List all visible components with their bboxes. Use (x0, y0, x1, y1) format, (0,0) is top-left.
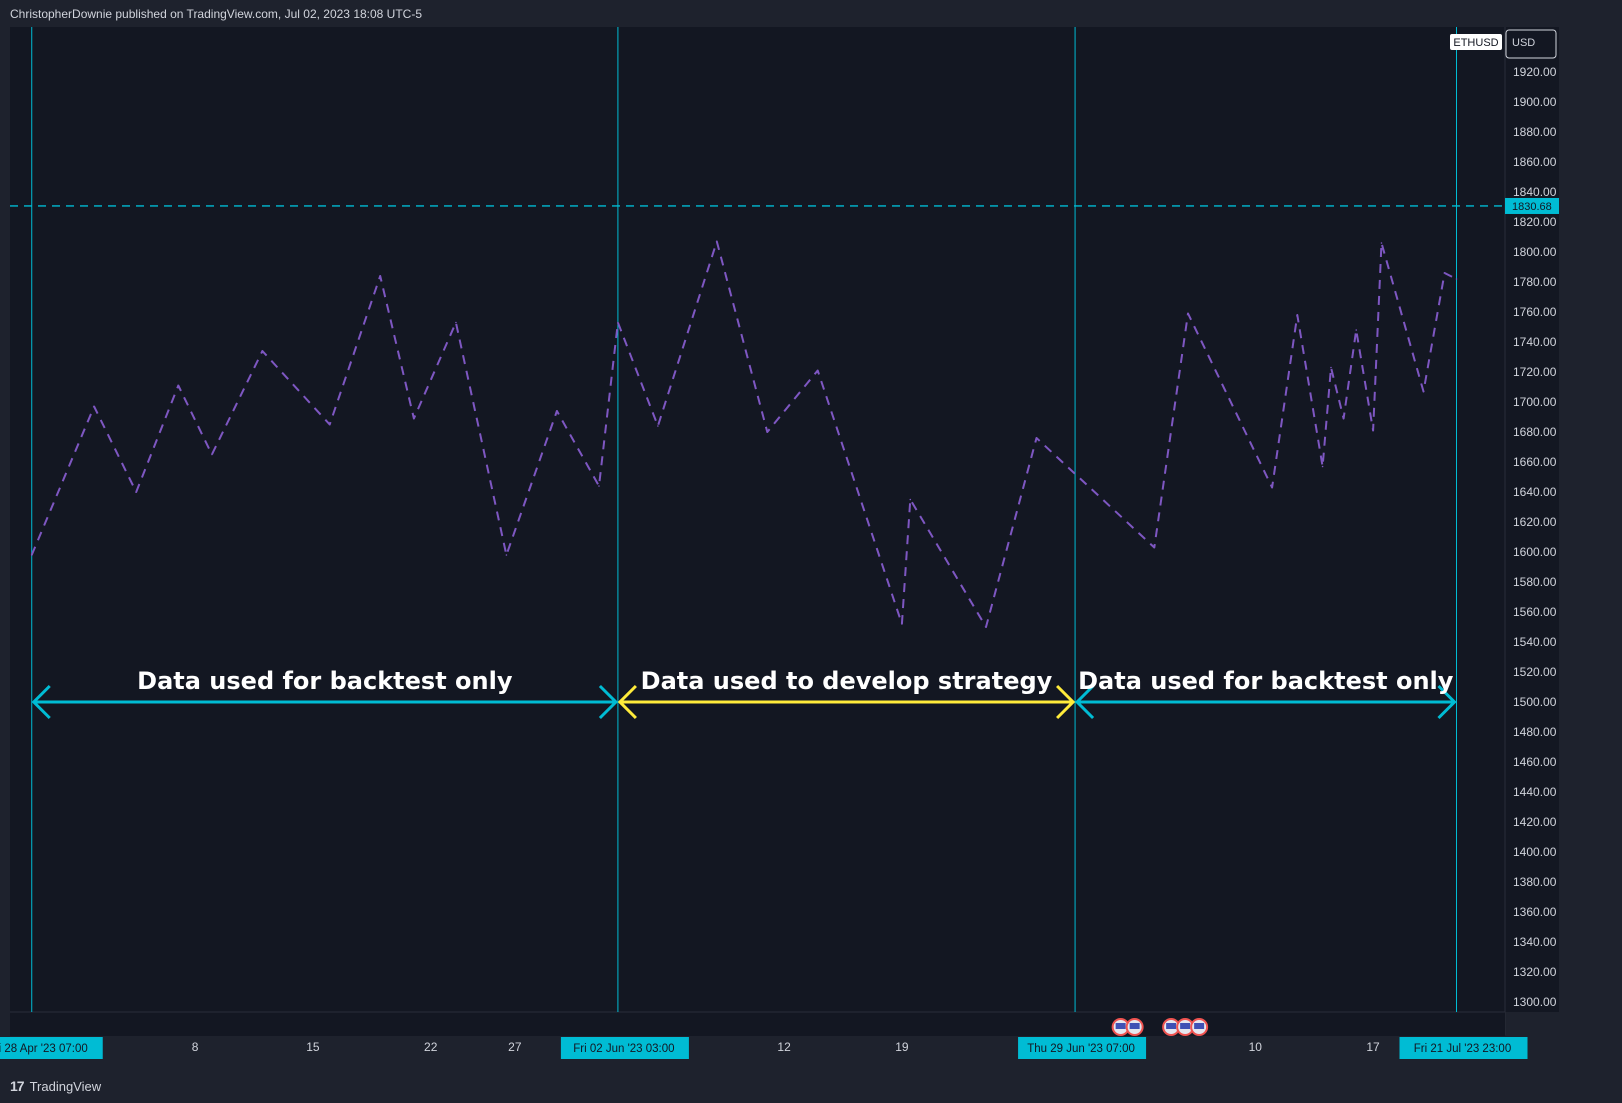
series-point (211, 453, 213, 456)
y-tick-label: 1860.00 (1513, 155, 1557, 169)
tradingview-brand: TradingView (29, 1078, 102, 1094)
series-point (93, 405, 95, 408)
series-point (1355, 329, 1358, 331)
currency-label: USD (1512, 37, 1535, 49)
x-tick-label: 19 (895, 1040, 909, 1054)
ticker-label: ETHUSD (1453, 37, 1498, 49)
y-tick-label: 1420.00 (1513, 815, 1557, 829)
y-tick-label: 1620.00 (1513, 515, 1557, 529)
series-point (1330, 366, 1332, 369)
y-tick-label: 1720.00 (1513, 365, 1557, 379)
current-price-label: 1830.68 (1512, 201, 1552, 213)
y-tick-label: 1680.00 (1513, 425, 1557, 439)
series-point (1153, 546, 1156, 549)
y-tick-label: 1440.00 (1513, 785, 1557, 799)
date-badge-label: Fri 21 Jul '23 23:00 (1414, 1043, 1511, 1055)
series-point (1296, 314, 1299, 316)
y-tick-label: 1480.00 (1513, 725, 1557, 739)
x-tick-label: 27 (508, 1040, 522, 1054)
tradingview-logo[interactable]: 17 TradingView (10, 1078, 101, 1094)
y-tick-label: 1700.00 (1513, 395, 1557, 409)
flag-stripe (1194, 1023, 1205, 1029)
y-tick-label: 1320.00 (1513, 965, 1557, 979)
y-tick-label: 1460.00 (1513, 755, 1557, 769)
series-point (505, 554, 508, 556)
x-tick-label: 12 (777, 1040, 791, 1054)
series-point (598, 485, 600, 487)
x-tick-label: 17 (1366, 1040, 1380, 1054)
y-tick-label: 1920.00 (1513, 65, 1557, 79)
series-point (1342, 417, 1345, 420)
series-point (901, 623, 903, 625)
series-point (455, 321, 457, 324)
x-tick-label: 10 (1249, 1040, 1263, 1054)
series-point (135, 491, 138, 493)
footer-bar: 17 TradingView (0, 1069, 1622, 1103)
y-tick-label: 1840.00 (1513, 185, 1557, 199)
y-tick-label: 1900.00 (1513, 95, 1557, 109)
y-tick-label: 1740.00 (1513, 335, 1557, 349)
y-tick-label: 1400.00 (1513, 845, 1557, 859)
x-tick-label: 22 (424, 1040, 438, 1054)
flag-stripe (1115, 1023, 1126, 1029)
time-axis-background (10, 1012, 1505, 1036)
date-badge-label: Thu 29 Jun '23 07:00 (1027, 1043, 1135, 1055)
series-point (1035, 437, 1038, 439)
y-tick-label: 1300.00 (1513, 995, 1557, 1009)
series-point (816, 369, 819, 372)
series-point (328, 423, 331, 426)
y-tick-label: 1880.00 (1513, 125, 1557, 139)
x-tick-label: 8 (192, 1040, 199, 1054)
range-label: Data used for backtest only (1078, 667, 1454, 695)
series-point (715, 240, 718, 243)
y-tick-label: 1500.00 (1513, 695, 1557, 709)
series-point (1271, 486, 1273, 489)
series-point (177, 384, 180, 387)
date-badge-label: Fri 02 Jun '23 03:00 (573, 1043, 674, 1055)
range-label: Data used for backtest only (137, 667, 513, 695)
series-point (261, 350, 264, 352)
tradingview-logo-icon: 17 (10, 1078, 25, 1094)
series-point (1455, 278, 1458, 280)
y-tick-label: 1640.00 (1513, 485, 1557, 499)
x-tick-label: 15 (306, 1040, 320, 1054)
series-point (379, 275, 382, 277)
y-tick-label: 1760.00 (1513, 305, 1557, 319)
plot-background (10, 27, 1505, 1012)
series-point (985, 626, 987, 628)
y-tick-label: 1820.00 (1513, 215, 1557, 229)
flag-stripe (1180, 1023, 1191, 1029)
y-tick-label: 1360.00 (1513, 905, 1557, 919)
flag-stripe (1166, 1023, 1177, 1029)
y-tick-label: 1380.00 (1513, 875, 1557, 889)
y-tick-label: 1560.00 (1513, 605, 1557, 619)
y-tick-label: 1600.00 (1513, 545, 1557, 559)
series-point (1372, 429, 1374, 432)
y-tick-label: 1800.00 (1513, 245, 1557, 259)
series-point (1321, 465, 1324, 468)
price-chart[interactable]: 1300.00 1320.00 1340.00 1360.00 1380.00 1400.… (0, 0, 1622, 1103)
series-point (556, 410, 558, 412)
y-tick-label: 1520.00 (1513, 665, 1557, 679)
series-point (766, 431, 769, 433)
series-point (1187, 312, 1189, 315)
series-point (1380, 242, 1383, 244)
series-point (657, 425, 659, 427)
y-tick-label: 1660.00 (1513, 455, 1557, 469)
series-point (1422, 390, 1425, 393)
y-tick-label: 1580.00 (1513, 575, 1557, 589)
series-point (617, 321, 619, 324)
y-tick-label: 1540.00 (1513, 635, 1557, 649)
flag-stripe (1129, 1023, 1140, 1029)
range-label: Data used to develop strategy (641, 667, 1053, 695)
y-tick-label: 1780.00 (1513, 275, 1557, 289)
series-point (413, 417, 415, 420)
series-point (30, 554, 33, 556)
date-badge-label: Fri 28 Apr '23 07:00 (0, 1043, 88, 1055)
series-point (1443, 272, 1446, 274)
y-tick-label: 1340.00 (1513, 935, 1557, 949)
series-point (909, 498, 912, 501)
